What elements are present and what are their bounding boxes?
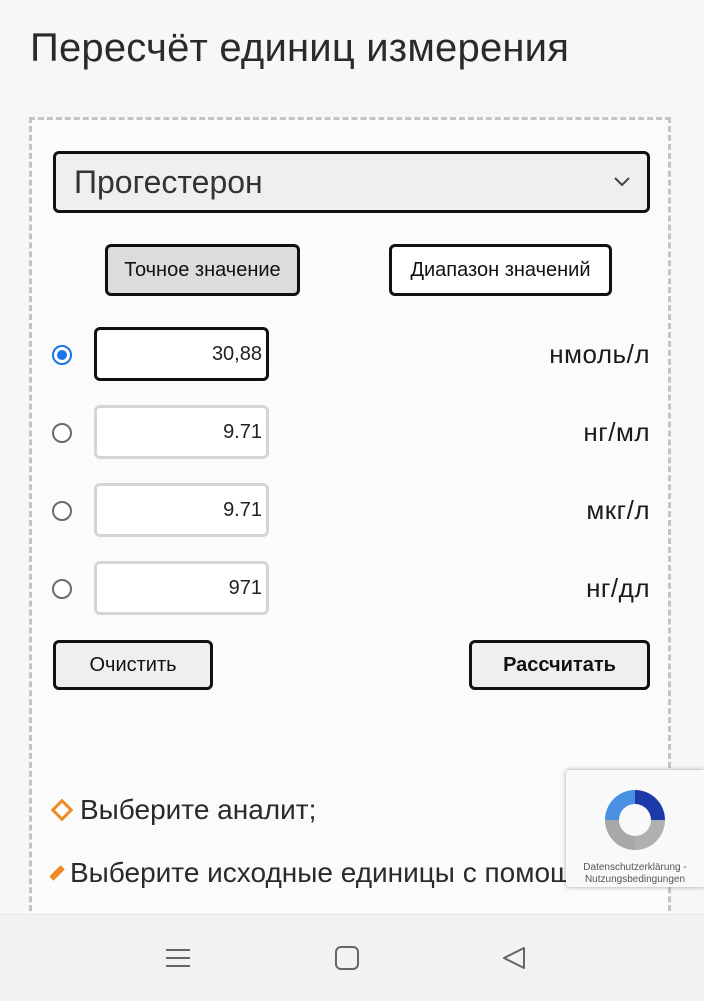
diamond-bullet-icon bbox=[50, 798, 74, 822]
page-title: Пересчёт единиц измерения bbox=[30, 26, 570, 70]
value-input[interactable]: 9.71 bbox=[94, 483, 269, 537]
instruction-item: Выберите исходные единицы с помощ bbox=[50, 857, 566, 889]
unit-row: 971 нг/дл bbox=[0, 561, 704, 617]
instruction-item: Выберите аналит; bbox=[50, 794, 316, 826]
value-input[interactable]: 9.71 bbox=[94, 405, 269, 459]
instruction-text: Выберите исходные единицы с помощ bbox=[70, 857, 566, 888]
unit-row: 9.71 мкг/л bbox=[0, 483, 704, 539]
analyte-select[interactable]: Прогестерон bbox=[53, 151, 650, 213]
recaptcha-badge[interactable]: Datenschutzerklärung - Nutzungsbedingung… bbox=[566, 770, 704, 887]
exact-value-button[interactable]: Точное значение bbox=[105, 244, 300, 296]
instruction-text: Выберите аналит; bbox=[80, 794, 317, 825]
recaptcha-logo-icon bbox=[605, 790, 665, 850]
diamond-bullet-icon bbox=[50, 865, 65, 881]
value-range-button[interactable]: Диапазон значений bbox=[389, 244, 612, 296]
unit-label: нмоль/л bbox=[549, 339, 650, 369]
clear-button[interactable]: Очистить bbox=[53, 640, 213, 690]
analyte-select-value: Прогестерон bbox=[74, 163, 263, 200]
unit-radio[interactable] bbox=[52, 501, 72, 521]
unit-label: нг/дл bbox=[586, 573, 650, 603]
unit-label: нг/мл bbox=[583, 417, 650, 447]
value-input[interactable]: 30,88 bbox=[94, 327, 269, 381]
unit-row: 30,88 нмоль/л bbox=[0, 327, 704, 383]
value-input[interactable]: 971 bbox=[94, 561, 269, 615]
chevron-down-icon bbox=[614, 177, 630, 187]
unit-radio[interactable] bbox=[52, 423, 72, 443]
unit-row: 9.71 нг/мл bbox=[0, 405, 704, 461]
unit-radio[interactable] bbox=[52, 579, 72, 599]
recaptcha-links[interactable]: Datenschutzerklärung - Nutzungsbedingung… bbox=[566, 862, 704, 886]
unit-radio[interactable] bbox=[52, 345, 72, 365]
back-triangle-icon[interactable] bbox=[501, 945, 527, 971]
home-square-icon[interactable] bbox=[334, 945, 360, 971]
menu-icon[interactable] bbox=[165, 945, 191, 971]
calculate-button[interactable]: Рассчитать bbox=[469, 640, 650, 690]
system-navigation-bar bbox=[0, 914, 704, 1001]
unit-label: мкг/л bbox=[586, 495, 650, 525]
